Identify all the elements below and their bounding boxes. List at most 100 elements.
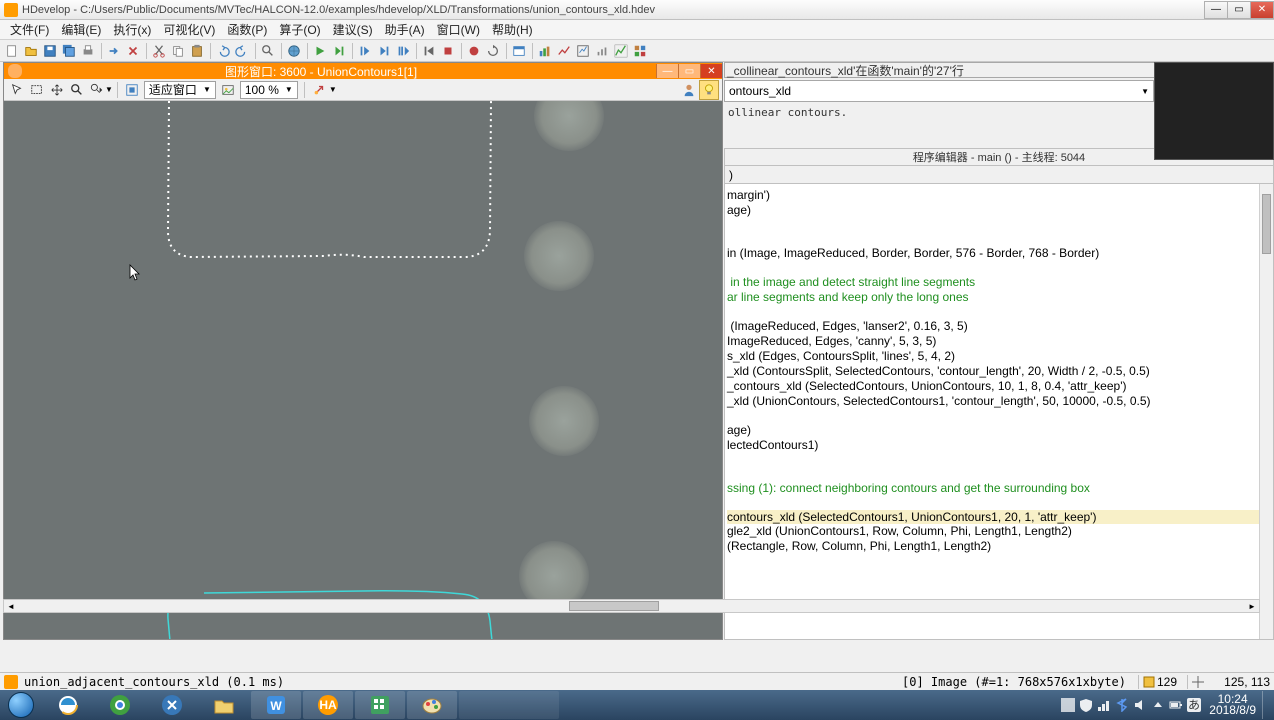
move-icon[interactable]	[47, 80, 67, 100]
tray-flag-icon[interactable]	[1061, 698, 1075, 712]
chart2-icon[interactable]	[555, 42, 573, 60]
menu-func[interactable]: 函数(P)	[221, 21, 273, 38]
close-button[interactable]: ✕	[1250, 1, 1274, 19]
operator-window-title: _collinear_contours_xld'在函数'main'的'27'行	[725, 62, 1207, 79]
person-icon[interactable]	[679, 80, 699, 100]
tray-battery-icon[interactable]	[1169, 698, 1183, 712]
start-button[interactable]	[0, 690, 42, 720]
step-icon[interactable]	[330, 42, 348, 60]
bulb-icon[interactable]	[699, 80, 719, 100]
graphics-toolbar: ▼ 适应窗口▼ 100 %▼ ▼	[4, 79, 722, 101]
copy-icon[interactable]	[169, 42, 187, 60]
window-buttons: — ▭ ✕	[1205, 1, 1274, 19]
zoom-combo[interactable]: 100 %▼	[240, 81, 298, 99]
menu-exec[interactable]: 执行(x)	[107, 21, 157, 38]
menu-op[interactable]: 算子(O)	[273, 21, 326, 38]
stop-icon[interactable]	[439, 42, 457, 60]
gfx-close-button[interactable]: ✕	[700, 64, 722, 78]
tray-network-icon[interactable]	[1097, 698, 1111, 712]
tray-shield-icon[interactable]	[1079, 698, 1093, 712]
reset-icon[interactable]	[484, 42, 502, 60]
step-over-icon[interactable]	[375, 42, 393, 60]
chart5-icon[interactable]	[612, 42, 630, 60]
task-excel[interactable]	[355, 691, 405, 719]
dropdown-arrow-icon[interactable]: ▼	[105, 85, 113, 94]
variable-preview[interactable]	[1154, 62, 1274, 160]
tray-ime-icon[interactable]: あ	[1187, 698, 1201, 712]
close-icon[interactable]	[124, 42, 142, 60]
task-blank[interactable]	[459, 691, 559, 719]
code-editor[interactable]: margin') age) in (Image, ImageReduced, B…	[724, 184, 1274, 640]
tray-volume-icon[interactable]	[1133, 698, 1147, 712]
fit-window-icon[interactable]	[122, 80, 142, 100]
step-out-icon[interactable]	[394, 42, 412, 60]
redo-icon[interactable]	[233, 42, 251, 60]
pointer-icon[interactable]	[7, 80, 27, 100]
find-icon[interactable]	[259, 42, 277, 60]
undo-icon[interactable]	[214, 42, 232, 60]
menu-asst[interactable]: 助手(A)	[379, 21, 431, 38]
taskbar: W HA あ 10:24 2018/8/9	[0, 690, 1274, 720]
scroll-right-icon[interactable]: ►	[1245, 600, 1259, 612]
scroll-left-icon[interactable]: ◄	[4, 600, 18, 612]
profile-icon[interactable]	[631, 42, 649, 60]
graphics-titlebar[interactable]: 图形窗口: 3600 - UnionContours1[1] — ▭ ✕	[4, 63, 722, 79]
tray-up-icon[interactable]	[1151, 698, 1165, 712]
gfx-minimize-button[interactable]: —	[656, 64, 678, 78]
task-explorer[interactable]	[199, 691, 249, 719]
task-paint[interactable]	[407, 691, 457, 719]
menu-edit[interactable]: 编辑(E)	[55, 21, 107, 38]
chart1-icon[interactable]	[536, 42, 554, 60]
vertical-scrollbar[interactable]	[1259, 184, 1273, 639]
menu-help[interactable]: 帮助(H)	[486, 21, 539, 38]
menu-sugg[interactable]: 建议(S)	[327, 21, 379, 38]
system-tray[interactable]: あ 10:24 2018/8/9	[1059, 691, 1274, 719]
paste-icon[interactable]	[188, 42, 206, 60]
cut-icon[interactable]	[150, 42, 168, 60]
task-hdevelop[interactable]: HA	[303, 691, 353, 719]
zoom-icon[interactable]	[67, 80, 87, 100]
task-app1[interactable]	[147, 691, 197, 719]
dropdown-arrow-icon[interactable]: ▼	[329, 85, 337, 94]
horizontal-scrollbar[interactable]: ◄ ►	[3, 599, 1260, 613]
svg-text:あ: あ	[1188, 698, 1200, 712]
right-panel: _collinear_contours_xld'在函数'main'的'27'行 …	[724, 62, 1274, 640]
image-scale-icon[interactable]	[218, 80, 238, 100]
select-rect-icon[interactable]	[27, 80, 47, 100]
task-ie[interactable]	[43, 691, 93, 719]
skip-back-icon[interactable]	[420, 42, 438, 60]
chart4-icon[interactable]	[593, 42, 611, 60]
globe-icon[interactable]	[285, 42, 303, 60]
window-title: HDevelop - C:/Users/Public/Documents/MVT…	[22, 4, 1205, 16]
clear-icon[interactable]	[309, 80, 329, 100]
taskbar-clock[interactable]: 10:24 2018/8/9	[1209, 694, 1256, 716]
breakpoint-icon[interactable]	[465, 42, 483, 60]
fit-mode-combo[interactable]: 适应窗口▼	[144, 81, 216, 99]
gfx-maximize-button[interactable]: ▭	[678, 64, 700, 78]
graphics-canvas[interactable]	[4, 101, 722, 639]
save-icon[interactable]	[41, 42, 59, 60]
chart3-icon[interactable]	[574, 42, 592, 60]
open-icon[interactable]	[22, 42, 40, 60]
step-into-icon[interactable]	[356, 42, 374, 60]
status-coordinates: 125, 113	[1204, 675, 1274, 689]
new-icon[interactable]	[3, 42, 21, 60]
export-icon[interactable]	[105, 42, 123, 60]
maximize-button[interactable]: ▭	[1227, 1, 1251, 19]
task-wps[interactable]: W	[251, 691, 301, 719]
menu-win[interactable]: 窗口(W)	[431, 21, 486, 38]
menu-vis[interactable]: 可视化(V)	[157, 21, 221, 38]
tray-bluetooth-icon[interactable]	[1115, 698, 1129, 712]
show-desktop-button[interactable]	[1262, 691, 1270, 719]
print-icon[interactable]	[79, 42, 97, 60]
run-icon[interactable]	[311, 42, 329, 60]
menu-file[interactable]: 文件(F)	[4, 21, 55, 38]
status-image-info: [0] Image (#=1: 768x576x1xbyte)	[894, 675, 1134, 689]
editor-tabs[interactable]: )	[724, 166, 1274, 184]
task-chrome[interactable]	[95, 691, 145, 719]
minimize-button[interactable]: —	[1204, 1, 1228, 19]
window-icon[interactable]	[510, 42, 528, 60]
zoom-drop-icon[interactable]	[87, 80, 107, 100]
operator-combo[interactable]: ontours_xld▼	[724, 80, 1154, 102]
saveall-icon[interactable]	[60, 42, 78, 60]
